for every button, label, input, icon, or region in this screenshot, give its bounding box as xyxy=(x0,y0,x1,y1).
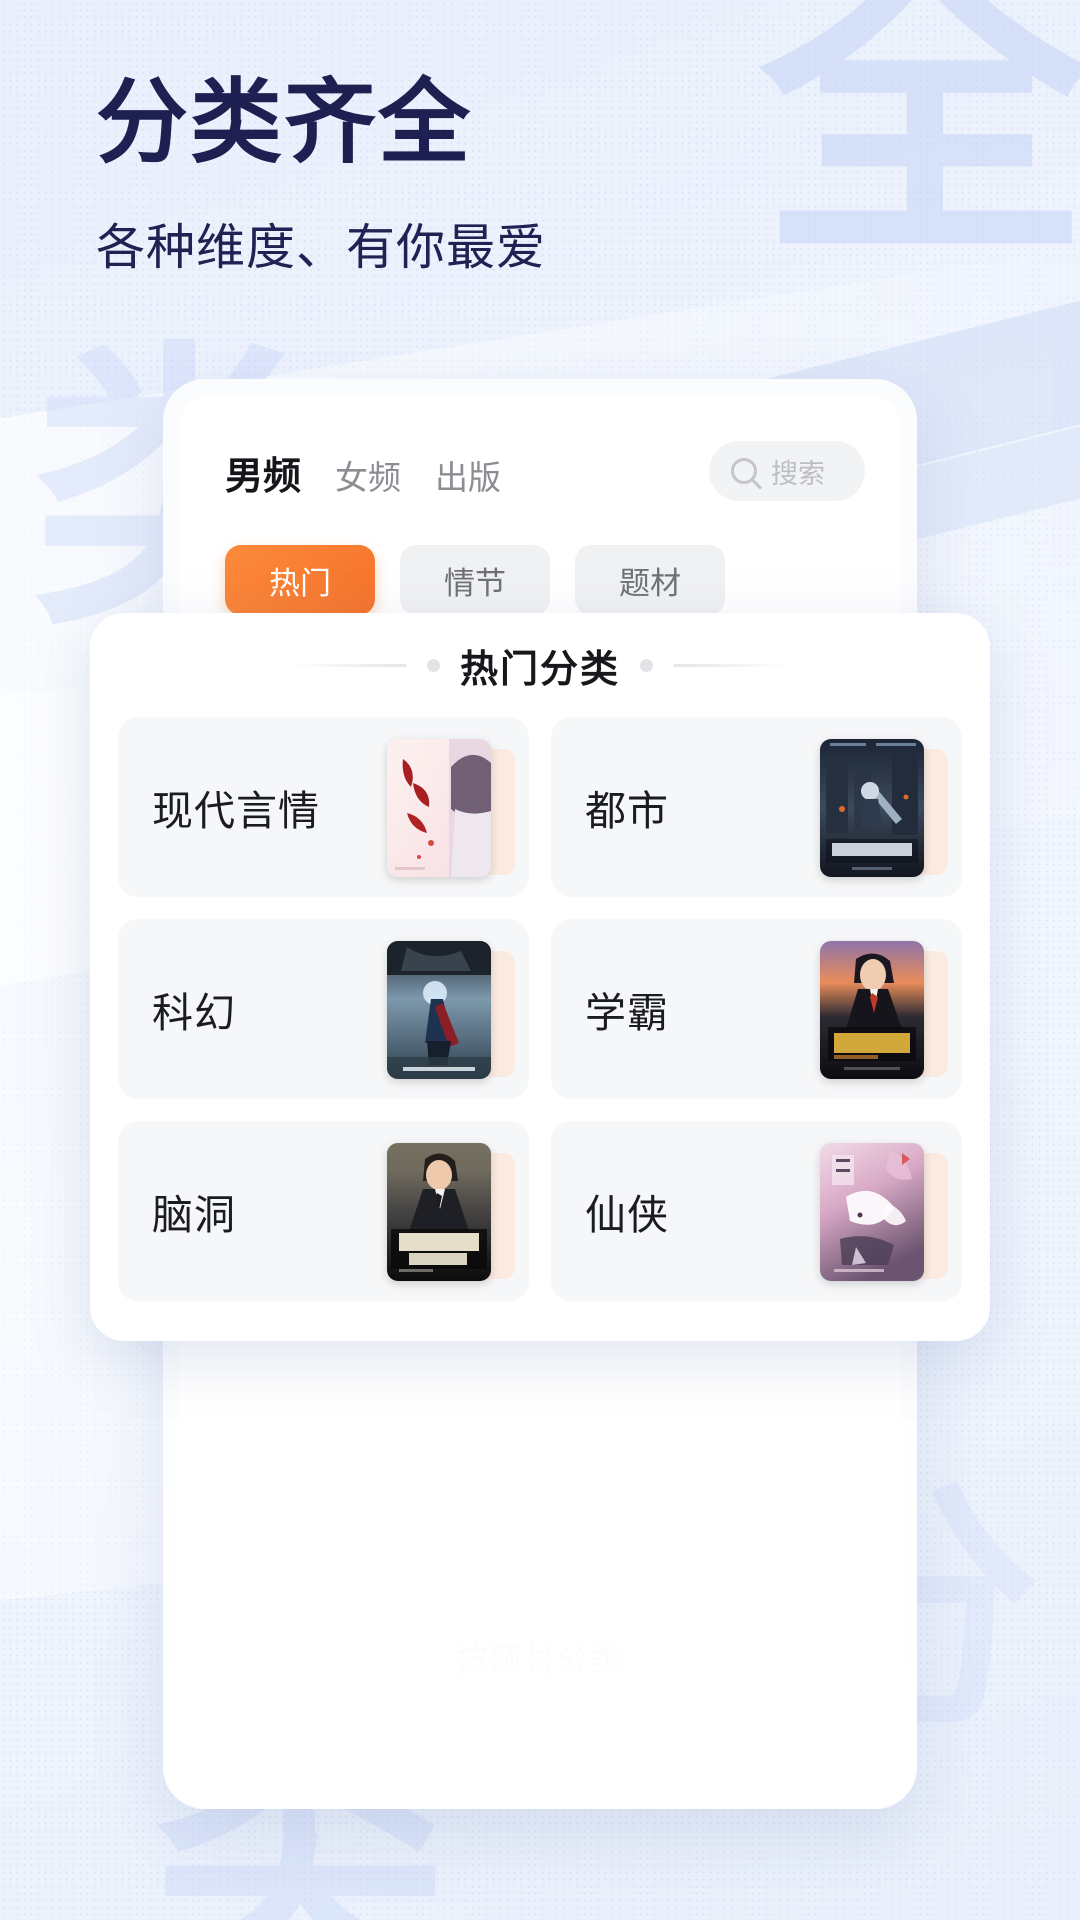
channel-tabs: 男频 女频 出版 xyxy=(225,439,501,500)
tab-publication[interactable]: 出版 xyxy=(435,451,501,499)
cover-art-wrapper xyxy=(820,739,948,877)
category-label: 现代言情 xyxy=(152,788,320,834)
search-icon xyxy=(731,458,757,484)
cover-scifi xyxy=(387,941,491,1079)
tab-female-channel[interactable]: 女频 xyxy=(335,451,401,499)
watermark-char-1: 全 xyxy=(760,0,1080,299)
search-placeholder: 搜索 xyxy=(771,458,825,489)
bottom-section-label: 按题材分类 xyxy=(454,1642,625,1678)
category-label: 仙侠 xyxy=(585,1192,669,1238)
decorative-line-right xyxy=(673,663,791,667)
chip-plot[interactable]: 情节 xyxy=(400,545,550,615)
cover-scholar xyxy=(820,941,924,1079)
category-label: 科幻 xyxy=(152,990,236,1036)
category-label: 脑洞 xyxy=(152,1192,236,1238)
modal-header: 热门分类 xyxy=(90,613,990,717)
category-card-scholar[interactable]: 学霸 xyxy=(551,919,962,1099)
chip-theme[interactable]: 题材 xyxy=(575,545,725,615)
tab-male-channel[interactable]: 男频 xyxy=(225,445,301,500)
cover-art-wrapper xyxy=(387,739,515,877)
hero-text-block: 分类齐全 各种维度、有你最爱 xyxy=(96,68,547,279)
app-top-bar: 男频 女频 出版 搜索 xyxy=(225,439,865,509)
category-card-xianxia[interactable]: 仙侠 xyxy=(551,1121,962,1301)
category-card-brain[interactable]: 脑洞 xyxy=(118,1121,529,1301)
hot-category-modal: 热门分类 现代言情 都市 科幻 学霸 脑洞 仙侠 xyxy=(90,613,990,1341)
search-input[interactable]: 搜索 xyxy=(709,441,865,501)
cover-art-wrapper xyxy=(820,941,948,1079)
modal-title: 热门分类 xyxy=(459,648,620,691)
cover-art-wrapper xyxy=(387,1143,515,1281)
decorative-dot-left xyxy=(426,658,440,672)
cover-xianxia xyxy=(820,1143,924,1281)
filter-chip-row: 热门 情节 题材 xyxy=(225,545,725,615)
cover-romance xyxy=(387,739,491,877)
category-label: 都市 xyxy=(585,788,669,834)
category-card-city[interactable]: 都市 xyxy=(551,717,962,897)
chip-hot[interactable]: 热门 xyxy=(225,545,375,615)
category-grid: 现代言情 都市 科幻 学霸 脑洞 仙侠 xyxy=(90,717,990,1301)
cover-city xyxy=(820,739,924,877)
page-title: 分类齐全 xyxy=(96,68,473,176)
decorative-dot-right xyxy=(640,658,653,672)
cover-art-wrapper xyxy=(387,941,515,1079)
category-card-scifi[interactable]: 科幻 xyxy=(118,919,529,1099)
category-label: 学霸 xyxy=(585,990,669,1036)
page-subtitle: 各种维度、有你最爱 xyxy=(96,218,547,276)
cover-art-wrapper xyxy=(820,1143,948,1281)
decorative-line-left xyxy=(288,663,407,667)
cover-brain xyxy=(387,1143,491,1281)
category-card-romance[interactable]: 现代言情 xyxy=(118,717,529,897)
